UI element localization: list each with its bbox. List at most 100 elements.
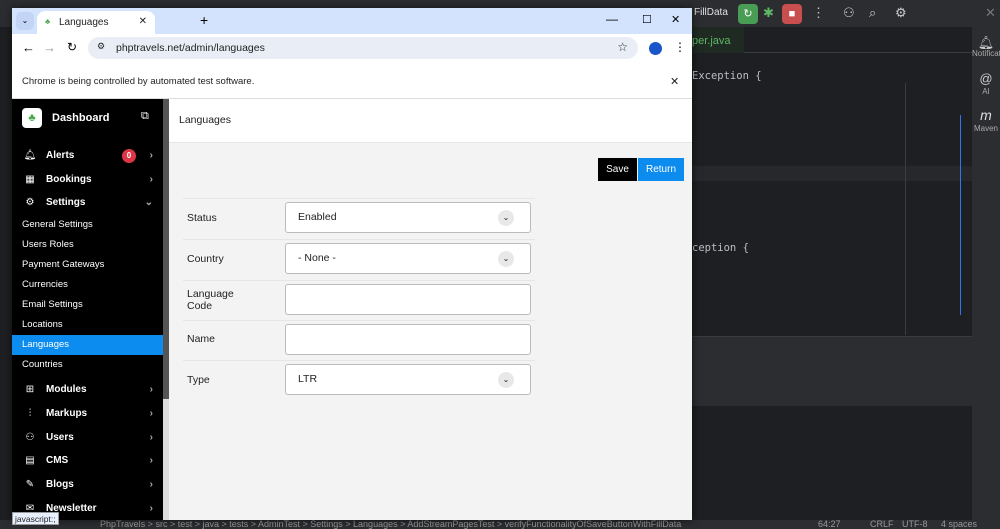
code-line: ception { (692, 242, 749, 254)
sidebar-sub-locations[interactable]: Locations (12, 315, 163, 335)
dashboard-link[interactable]: Dashboard (52, 112, 109, 124)
external-link-icon[interactable]: ⧉ (141, 110, 149, 123)
name-label: Name (187, 333, 216, 345)
sidebar-item-users[interactable]: ⚇ Users › (12, 428, 163, 448)
sidebar-item-label: Bookings (46, 174, 92, 185)
sidebar-item-cms[interactable]: ▤ CMS › (12, 451, 163, 471)
current-line-highlight (692, 166, 972, 181)
sidebar-sub-currencies[interactable]: Currencies (12, 275, 163, 295)
divider (183, 239, 535, 240)
country-value: - None - (298, 252, 336, 264)
chevron-right-icon: › (149, 432, 153, 443)
alerts-badge: 0 (122, 149, 136, 163)
menu-icon[interactable]: ⋮ (674, 40, 686, 54)
chevron-right-icon: › (149, 408, 153, 419)
sidebar-sub-languages[interactable]: Languages (12, 335, 163, 355)
site-info-icon[interactable]: ⚙ (97, 41, 105, 52)
code-line: Exception { (692, 70, 762, 82)
stop-icon[interactable]: ■ (782, 4, 802, 24)
close-icon[interactable]: ✕ (985, 5, 996, 21)
type-select[interactable]: LTR ⌄ (285, 364, 531, 395)
reload-icon[interactable]: ↻ (67, 40, 77, 54)
encoding[interactable]: UTF-8 (902, 520, 928, 529)
sidebar-item-blogs[interactable]: ✎ Blogs › (12, 475, 163, 495)
close-infobar-icon[interactable]: ✕ (670, 75, 679, 88)
maximize-icon[interactable]: ☐ (642, 13, 652, 26)
indent[interactable]: 4 spaces (941, 520, 977, 529)
sidebar-sub-countries[interactable]: Countries (12, 355, 163, 375)
divider (183, 320, 535, 321)
sidebar-sub-users-roles[interactable]: Users Roles (12, 235, 163, 255)
sidebar-item-modules[interactable]: ⊞ Modules › (12, 380, 163, 400)
name-input[interactable] (285, 324, 531, 355)
url-text: phptravels.net/admin/languages (116, 42, 265, 54)
tab-title: Languages (59, 17, 109, 28)
ai-icon[interactable]: @ (972, 71, 1000, 86)
change-marker (960, 115, 961, 315)
chevron-down-icon: ⌄ (144, 197, 153, 208)
sliders-icon: ⫶ (28, 408, 32, 419)
close-tab-icon[interactable]: ✕ (139, 16, 147, 27)
browser-window: ⌄ ♣ Languages ✕ + — ☐ ✕ ← → ↻ ⚙ phptrave… (12, 8, 692, 520)
chevron-down-icon: ⌄ (498, 210, 514, 226)
rerun-icon[interactable]: ↻ (738, 4, 758, 24)
more-icon[interactable]: ⋮ (812, 5, 825, 21)
link-status-tooltip: javascript:; (12, 512, 59, 525)
line-separator[interactable]: CRLF (870, 520, 894, 529)
address-bar-row: ← → ↻ ⚙ phptravels.net/admin/languages ☆… (12, 34, 692, 63)
back-icon[interactable]: ← (22, 40, 35, 55)
run-config[interactable]: FillData (694, 7, 728, 18)
tab-languages[interactable]: ♣ Languages ✕ (37, 11, 155, 34)
tab-bar: ⌄ ♣ Languages ✕ + — ☐ ✕ (12, 8, 692, 34)
country-label: Country (187, 253, 224, 265)
page-title: Languages (179, 114, 231, 126)
add-user-icon[interactable]: ⚇ (843, 5, 855, 21)
minimize-icon[interactable]: — (606, 12, 618, 26)
debug-icon[interactable]: ✱ (763, 5, 774, 21)
return-button[interactable]: Return (638, 158, 684, 181)
ide-bottom-panel (692, 336, 972, 406)
bookmark-star-icon[interactable]: ☆ (617, 40, 628, 54)
logo-icon: ♣ (22, 108, 42, 128)
new-tab-icon[interactable]: + (200, 12, 208, 28)
language-code-label: Language Code (187, 288, 234, 312)
sidebar-item-markups[interactable]: ⫶ Markups › (12, 404, 163, 424)
sidebar-sub-payment-gateways[interactable]: Payment Gateways (12, 255, 163, 275)
layout-icon: ▤ (25, 455, 35, 466)
type-label: Type (187, 374, 210, 386)
status-select[interactable]: Enabled ⌄ (285, 202, 531, 233)
sidebar-sub-general-settings[interactable]: General Settings (12, 215, 163, 235)
cursor-position[interactable]: 64:27 (816, 520, 841, 529)
ide-status-bar: PhpTravels > src > test > java > tests >… (0, 520, 1000, 529)
tab-search-icon[interactable]: ⌄ (16, 12, 34, 30)
ai-label: AI (982, 87, 990, 96)
settings-icon[interactable]: ⚙ (895, 5, 907, 21)
sidebar-item-label: Users (46, 432, 74, 443)
sidebar-item-label: Modules (46, 384, 87, 395)
divider (183, 198, 535, 199)
language-code-input[interactable] (285, 284, 531, 315)
sidebar-item-alerts[interactable]: 🔔︎ Alerts 0 › (12, 146, 163, 166)
close-window-icon[interactable]: ✕ (671, 13, 680, 26)
chevron-down-icon: ⌄ (498, 372, 514, 388)
url-input[interactable]: ⚙ phptravels.net/admin/languages ☆ (88, 37, 638, 59)
forward-icon[interactable]: → (43, 40, 56, 55)
search-icon[interactable]: ⌕ (869, 5, 876, 21)
save-button[interactable]: Save (598, 158, 637, 181)
status-path[interactable]: PhpTravels > src > test > java > tests >… (100, 520, 681, 529)
chevron-down-icon: ⌄ (498, 251, 514, 267)
maven-icon[interactable]: m (972, 107, 1000, 123)
chevron-right-icon: › (149, 455, 153, 466)
sidebar-item-settings[interactable]: ⚙ Settings ⌄ (12, 193, 163, 213)
infobar-text: Chrome is being controlled by automated … (22, 76, 255, 87)
country-select[interactable]: - None - ⌄ (285, 243, 531, 274)
chevron-right-icon: › (149, 384, 153, 395)
main-content: Languages Save Return Status Enabled ⌄ Co… (169, 99, 692, 520)
sidebar-item-bookings[interactable]: ▦ Bookings › (12, 170, 163, 190)
file-tab[interactable]: per.java (692, 27, 744, 53)
calendar-icon: ▦ (25, 174, 35, 185)
profile-avatar[interactable] (649, 42, 662, 55)
sidebar-sub-email-settings[interactable]: Email Settings (12, 295, 163, 315)
favicon-icon: ♣ (45, 17, 51, 26)
gear-icon: ⚙ (25, 197, 35, 208)
